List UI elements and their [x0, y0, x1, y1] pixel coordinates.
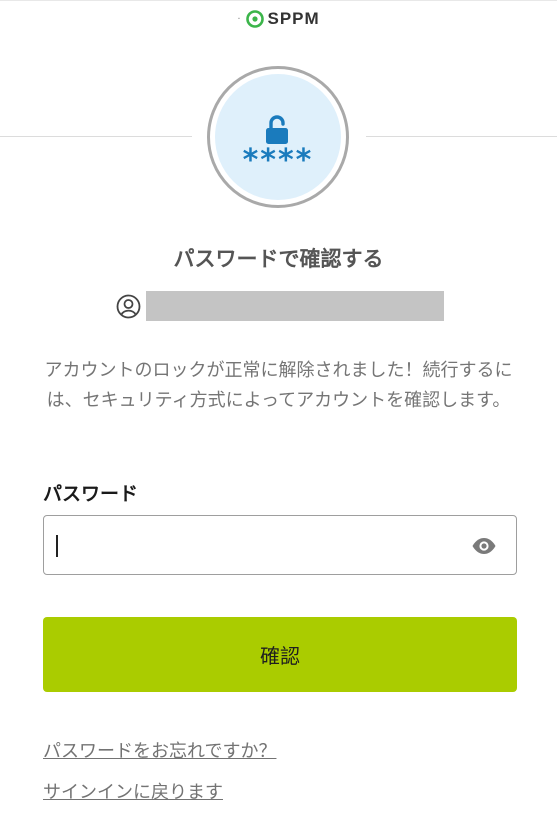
text-caret	[56, 535, 58, 557]
password-input[interactable]	[44, 516, 464, 574]
unlock-message: アカウントのロックが正常に解除されました！続行するには、セキュリティ方式によって…	[44, 360, 513, 411]
user-circle-icon	[116, 294, 141, 318]
masked-password-stars: ****	[242, 143, 314, 178]
back-to-signin-link[interactable]: サインインに戻ります	[43, 778, 223, 804]
brand-mark-icon	[245, 10, 264, 28]
header-divider-right	[366, 136, 557, 137]
eye-icon[interactable]	[471, 537, 497, 555]
redacted-username	[146, 291, 444, 321]
unlock-badge-inner: ****	[215, 74, 341, 200]
top-divider	[0, 0, 557, 1]
brand-name: SPPM	[267, 9, 320, 28]
header-divider-left	[0, 136, 192, 137]
forgot-password-link[interactable]: パスワードをお忘れですか？	[43, 737, 276, 763]
confirm-button[interactable]: 確認	[43, 617, 517, 692]
unlocked-padlock-icon	[266, 115, 288, 144]
page: · SPPM **** パスワードで確認する アカウントのロックが正常に解除され…	[0, 0, 557, 813]
user-identity	[116, 291, 444, 321]
page-title: パスワードで確認する	[173, 247, 384, 271]
brand-logo: · SPPM	[0, 9, 557, 29]
password-field[interactable]	[43, 515, 517, 575]
logo-dots: ·	[237, 13, 242, 25]
password-label: パスワード	[43, 483, 139, 505]
unlock-badge: ****	[207, 66, 349, 208]
